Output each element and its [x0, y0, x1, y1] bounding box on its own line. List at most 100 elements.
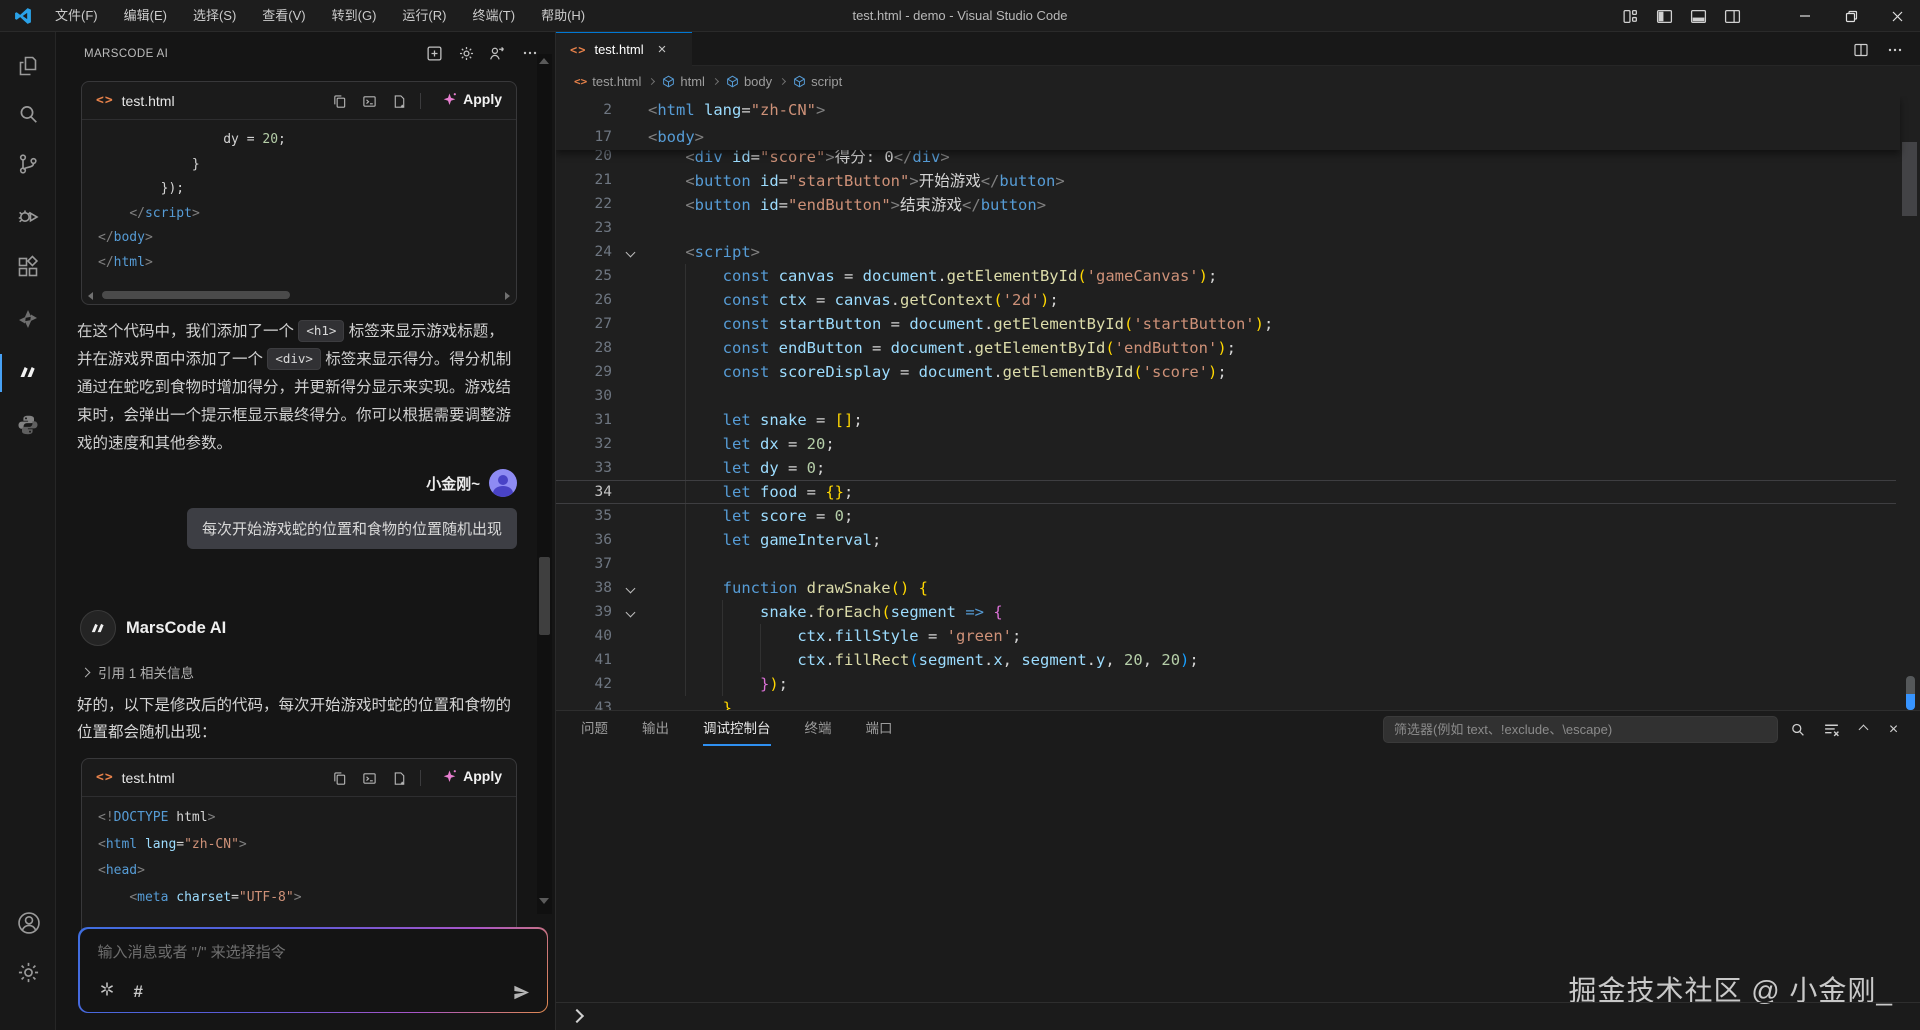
menu-item[interactable]: 运行(R): [389, 0, 459, 32]
tab-test-html[interactable]: <> test.html ×: [556, 32, 692, 66]
code-line[interactable]: 23: [556, 216, 1896, 240]
fold-chevron-icon[interactable]: [625, 583, 635, 593]
insert-code-icon[interactable]: [358, 767, 380, 789]
console-prompt-chevron-icon[interactable]: [570, 1009, 584, 1023]
close-panel-icon[interactable]: ×: [1880, 716, 1907, 743]
toggle-panel-icon[interactable]: [1684, 2, 1712, 30]
panel-tab[interactable]: 端口: [866, 711, 893, 746]
scroll-left-arrow[interactable]: [88, 292, 93, 300]
profile-share-icon[interactable]: [484, 41, 508, 65]
sticky-line[interactable]: 17<body>: [556, 123, 1900, 150]
menu-item[interactable]: 终端(T): [459, 0, 528, 32]
send-icon[interactable]: [512, 983, 531, 1002]
toggle-secondary-sidebar-icon[interactable]: [1718, 2, 1746, 30]
code-line[interactable]: 31 let snake = [];: [556, 408, 1896, 432]
code-line[interactable]: 35 let score = 0;: [556, 504, 1896, 528]
code-line[interactable]: 25 const canvas = document.getElementByI…: [556, 264, 1896, 288]
editor-more-actions-icon[interactable]: [1882, 37, 1908, 63]
code-line[interactable]: 29 const scoreDisplay = document.getElem…: [556, 360, 1896, 384]
breadcrumb-item[interactable]: <>test.html: [574, 74, 641, 89]
code-line[interactable]: 39 snake.forEach(segment => {: [556, 600, 1896, 624]
new-chat-icon[interactable]: [422, 41, 446, 65]
marscode-ai-icon[interactable]: [16, 360, 40, 384]
customize-layout-icon[interactable]: [1616, 2, 1644, 30]
code-line[interactable]: 40 ctx.fillStyle = 'green';: [556, 624, 1896, 648]
chat-input[interactable]: 输入消息或者 "/" 来选择指令 #: [80, 929, 547, 1012]
menu-item[interactable]: 转到(G): [319, 0, 390, 32]
code-line[interactable]: 43 }: [556, 696, 1896, 710]
add-context-icon[interactable]: #: [134, 982, 143, 1002]
clear-console-icon[interactable]: [1818, 716, 1845, 743]
sidebar-scrollbar-thumb[interactable]: [539, 557, 550, 635]
code-line[interactable]: 27 const startButton = document.getEleme…: [556, 312, 1896, 336]
scroll-up-arrow[interactable]: [539, 58, 549, 64]
slash-commands-icon[interactable]: [98, 980, 118, 1000]
maximize-panel-icon[interactable]: [1850, 716, 1877, 743]
apply-button[interactable]: Apply: [438, 89, 506, 109]
scroll-down-arrow[interactable]: [539, 898, 549, 904]
scrollbar-thumb[interactable]: [102, 291, 290, 299]
code-line[interactable]: 28 const endButton = document.getElement…: [556, 336, 1896, 360]
editor-scrollbar-thumb[interactable]: [1902, 142, 1917, 216]
minimize-button[interactable]: [1782, 0, 1828, 32]
source-control-icon[interactable]: [16, 152, 40, 176]
sidebar-settings-gear-icon[interactable]: [454, 41, 478, 65]
menu-item[interactable]: 帮助(H): [528, 0, 598, 32]
fold-chevron-icon[interactable]: [625, 247, 635, 257]
code-line[interactable]: 33 let dy = 0;: [556, 456, 1896, 480]
menu-item[interactable]: 选择(S): [180, 0, 249, 32]
sticky-line[interactable]: 2<html lang="zh-CN">: [556, 96, 1900, 123]
menu-item[interactable]: 文件(F): [42, 0, 111, 32]
code-line[interactable]: 42 });: [556, 672, 1896, 696]
fold-chevron-icon[interactable]: [625, 607, 635, 617]
code-line[interactable]: 22 <button id="endButton">结束游戏</button>: [556, 192, 1896, 216]
code-line[interactable]: 38 function drawSnake() {: [556, 576, 1896, 600]
code-line[interactable]: 32 let dx = 20;: [556, 432, 1896, 456]
panel-tab[interactable]: 输出: [642, 711, 669, 746]
code-line[interactable]: 34 let food = {};: [556, 480, 1896, 504]
apply-button[interactable]: Apply: [438, 766, 506, 786]
panel-tab[interactable]: 问题: [581, 711, 608, 746]
filter-search-icon[interactable]: [1784, 716, 1811, 743]
code-line[interactable]: 26 const ctx = canvas.getContext('2d');: [556, 288, 1896, 312]
menu-item[interactable]: 编辑(E): [111, 0, 180, 32]
code-line[interactable]: 24 <script>: [556, 240, 1896, 264]
breadcrumb-item[interactable]: body: [726, 74, 772, 89]
close-window-button[interactable]: [1874, 0, 1920, 32]
tab-close-icon[interactable]: ×: [658, 41, 667, 58]
settings-gear-icon[interactable]: [16, 960, 40, 984]
sticky-scroll: 2<html lang="zh-CN">17<body>: [556, 96, 1900, 150]
reference-toggle[interactable]: 引用 1 相关信息: [82, 662, 194, 682]
explorer-icon[interactable]: [16, 54, 40, 78]
code-line[interactable]: 30: [556, 384, 1896, 408]
python-icon[interactable]: [16, 413, 40, 437]
console-filter-input[interactable]: [1383, 716, 1778, 743]
panel-tab[interactable]: 终端: [805, 711, 832, 746]
extension-pinwheel-icon[interactable]: [16, 307, 40, 331]
code-line[interactable]: 37: [556, 552, 1896, 576]
panel-tab[interactable]: 调试控制台: [703, 711, 771, 746]
horizontal-scrollbar[interactable]: [86, 290, 512, 300]
run-and-debug-icon[interactable]: [16, 204, 40, 228]
breadcrumb-item[interactable]: html: [662, 74, 705, 89]
copy-icon[interactable]: [328, 90, 350, 112]
account-icon[interactable]: [16, 910, 40, 934]
search-icon[interactable]: [16, 102, 40, 126]
breadcrumb-item[interactable]: script: [793, 74, 842, 89]
code-line[interactable]: 21 <button id="startButton">开始游戏</button…: [556, 168, 1896, 192]
code-card-filename: test.html: [122, 93, 175, 109]
insert-code-icon[interactable]: [358, 90, 380, 112]
code-line[interactable]: 36 let gameInterval;: [556, 528, 1896, 552]
menu-item[interactable]: 查看(V): [249, 0, 318, 32]
extensions-icon[interactable]: [16, 255, 40, 279]
split-editor-icon[interactable]: [1848, 37, 1874, 63]
code-line[interactable]: 41 ctx.fillRect(segment.x, segment.y, 20…: [556, 648, 1896, 672]
sidebar-scrollbar[interactable]: [537, 54, 552, 914]
new-file-icon[interactable]: [388, 767, 410, 789]
scroll-right-arrow[interactable]: [505, 292, 510, 300]
toggle-primary-sidebar-icon[interactable]: [1650, 2, 1678, 30]
card-code-line: });: [98, 177, 516, 202]
restore-button[interactable]: [1828, 0, 1874, 32]
copy-icon[interactable]: [328, 767, 350, 789]
new-file-icon[interactable]: [388, 90, 410, 112]
